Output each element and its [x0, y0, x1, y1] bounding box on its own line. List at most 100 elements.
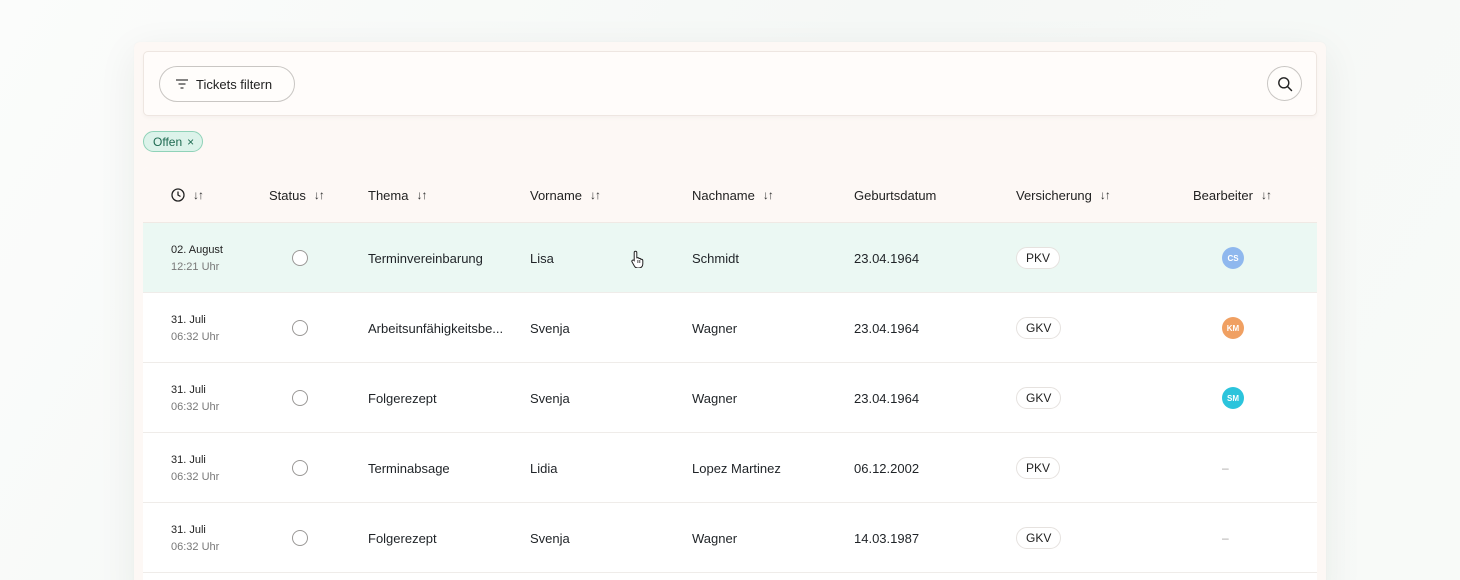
topic-cell: Folgerezept [368, 390, 437, 406]
insurance-badge: PKV [1016, 457, 1061, 479]
column-header-firstname[interactable]: Vorname ↓↑ [530, 167, 601, 223]
column-header-lastname[interactable]: Nachname ↓↑ [692, 167, 774, 223]
filter-lines-icon [176, 79, 188, 89]
lastname-cell: Schmidt [692, 250, 739, 266]
status-cell [292, 503, 308, 573]
assignee-avatar[interactable]: SM [1222, 387, 1244, 409]
column-header-firstname-label: Vorname [530, 187, 583, 203]
column-header-insurance-label: Versicherung [1016, 187, 1092, 203]
column-header-assignee-label: Bearbeiter [1193, 187, 1253, 203]
insurance-cell: PKV [1016, 433, 1061, 503]
firstname-cell: Lisa [530, 250, 554, 266]
column-header-assignee[interactable]: Bearbeiter ↓↑ [1193, 167, 1272, 223]
column-header-birthdate-label: Geburtsdatum [854, 187, 937, 203]
filter-tickets-label: Tickets filtern [196, 76, 273, 92]
hand-cursor-icon [631, 250, 644, 268]
ticket-datetime: 31. Juli 06:32 Uhr [171, 293, 219, 363]
sort-icon[interactable]: ↓↑ [590, 188, 601, 202]
lastname-cell: Wagner [692, 320, 738, 336]
ticket-date: 31. Juli [171, 383, 206, 396]
insurance-cell: PKV [1016, 223, 1061, 293]
ticket-datetime: 02. August 12:21 Uhr [171, 223, 223, 293]
tickets-table: ↓↑ Status ↓↑ Thema ↓↑ Vorname ↓↑ Nachnam… [143, 167, 1317, 580]
search-button[interactable] [1267, 66, 1302, 101]
birthdate-cell: 23.04.1964 [854, 390, 920, 406]
ticket-datetime: 31. Juli 06:32 Uhr [171, 503, 219, 573]
column-header-topic-label: Thema [368, 187, 409, 203]
sort-icon[interactable]: ↓↑ [763, 188, 774, 202]
ticket-date: 31. Juli [171, 313, 206, 326]
insurance-cell: GKV [1016, 293, 1062, 363]
status-radio[interactable] [292, 390, 308, 406]
assignee-cell: KM [1222, 293, 1244, 363]
assignee-cell: SM [1222, 363, 1244, 433]
topic-cell: Terminabsage [368, 460, 450, 476]
status-radio[interactable] [292, 530, 308, 546]
filter-tickets-button[interactable]: Tickets filtern [159, 66, 295, 102]
firstname-cell: Svenja [530, 530, 570, 546]
topic-cell: Arbeitsunfähigkeitsbe... [368, 320, 504, 336]
lastname-cell: Lopez Martinez [692, 460, 781, 476]
lastname-cell: Wagner [692, 390, 738, 406]
table-row[interactable]: 31. Juli 06:32 Uhr Folgerezept Svenja Wa… [143, 363, 1317, 433]
status-cell [292, 433, 308, 503]
insurance-cell: GKV [1016, 363, 1062, 433]
status-radio[interactable] [292, 250, 308, 266]
sort-icon[interactable]: ↓↑ [1261, 188, 1272, 202]
column-header-status[interactable]: Status ↓↑ [269, 167, 325, 223]
status-cell [292, 363, 308, 433]
remove-filter-icon[interactable]: × [187, 136, 194, 148]
ticket-time: 06:32 Uhr [171, 400, 220, 413]
assignee-avatar[interactable]: KM [1222, 317, 1244, 339]
insurance-badge: GKV [1016, 527, 1062, 549]
insurance-cell: GKV [1016, 503, 1062, 573]
assignee-cell: CS [1222, 223, 1244, 293]
assignee-empty[interactable]: – [1222, 461, 1229, 475]
table-row[interactable]: 02. August 12:21 Uhr Terminvereinbarung … [143, 223, 1317, 293]
column-header-birthdate: Geburtsdatum [854, 167, 936, 223]
assignee-empty[interactable]: – [1222, 531, 1229, 545]
insurance-badge: PKV [1016, 247, 1061, 269]
column-header-time[interactable]: ↓↑ [171, 167, 204, 223]
column-header-lastname-label: Nachname [692, 187, 755, 203]
column-header-topic[interactable]: Thema ↓↑ [368, 167, 427, 223]
ticket-date: 02. August [171, 243, 223, 256]
assignee-cell: – [1222, 433, 1229, 503]
firstname-cell: Svenja [530, 320, 570, 336]
status-cell [292, 223, 308, 293]
insurance-badge: GKV [1016, 317, 1062, 339]
status-cell [292, 293, 308, 363]
search-icon [1277, 76, 1292, 91]
table-header: ↓↑ Status ↓↑ Thema ↓↑ Vorname ↓↑ Nachnam… [143, 167, 1317, 223]
status-radio[interactable] [292, 460, 308, 476]
sort-icon[interactable]: ↓↑ [314, 188, 325, 202]
insurance-badge: GKV [1016, 387, 1062, 409]
table-row[interactable]: 31. Juli 06:32 Uhr Terminabsage Lidia Lo… [143, 433, 1317, 503]
assignee-avatar[interactable]: CS [1222, 247, 1244, 269]
ticket-time: 06:32 Uhr [171, 470, 220, 483]
filter-chip-offen: Offen × [143, 131, 204, 152]
ticket-time: 06:32 Uhr [171, 330, 220, 343]
birthdate-cell: 23.04.1964 [854, 250, 920, 266]
table-row[interactable]: 31. Juli 06:32 Uhr Arbeitsunfähigkeitsbe… [143, 293, 1317, 363]
ticket-date: 31. Juli [171, 453, 206, 466]
birthdate-cell: 14.03.1987 [854, 530, 920, 546]
sort-icon[interactable]: ↓↑ [193, 188, 204, 202]
lastname-cell: Wagner [692, 530, 738, 546]
ticket-time: 12:21 Uhr [171, 260, 220, 273]
sort-icon[interactable]: ↓↑ [416, 188, 427, 202]
table-row[interactable]: 31. Juli 06:32 Uhr Folgerezept Svenja Wa… [143, 503, 1317, 573]
sort-icon[interactable]: ↓↑ [1100, 188, 1111, 202]
column-header-insurance[interactable]: Versicherung ↓↑ [1016, 167, 1111, 223]
table-body: 02. August 12:21 Uhr Terminvereinbarung … [143, 223, 1317, 573]
firstname-cell: Lidia [530, 460, 558, 476]
firstname-cell: Svenja [530, 390, 570, 406]
ticket-datetime: 31. Juli 06:32 Uhr [171, 363, 219, 433]
column-header-status-label: Status [269, 187, 306, 203]
ticket-date: 31. Juli [171, 523, 206, 536]
ticket-time: 06:32 Uhr [171, 540, 220, 553]
clock-icon [171, 188, 185, 202]
topic-cell: Terminvereinbarung [368, 250, 483, 266]
status-radio[interactable] [292, 320, 308, 336]
filter-bar: Tickets filtern [143, 51, 1317, 116]
